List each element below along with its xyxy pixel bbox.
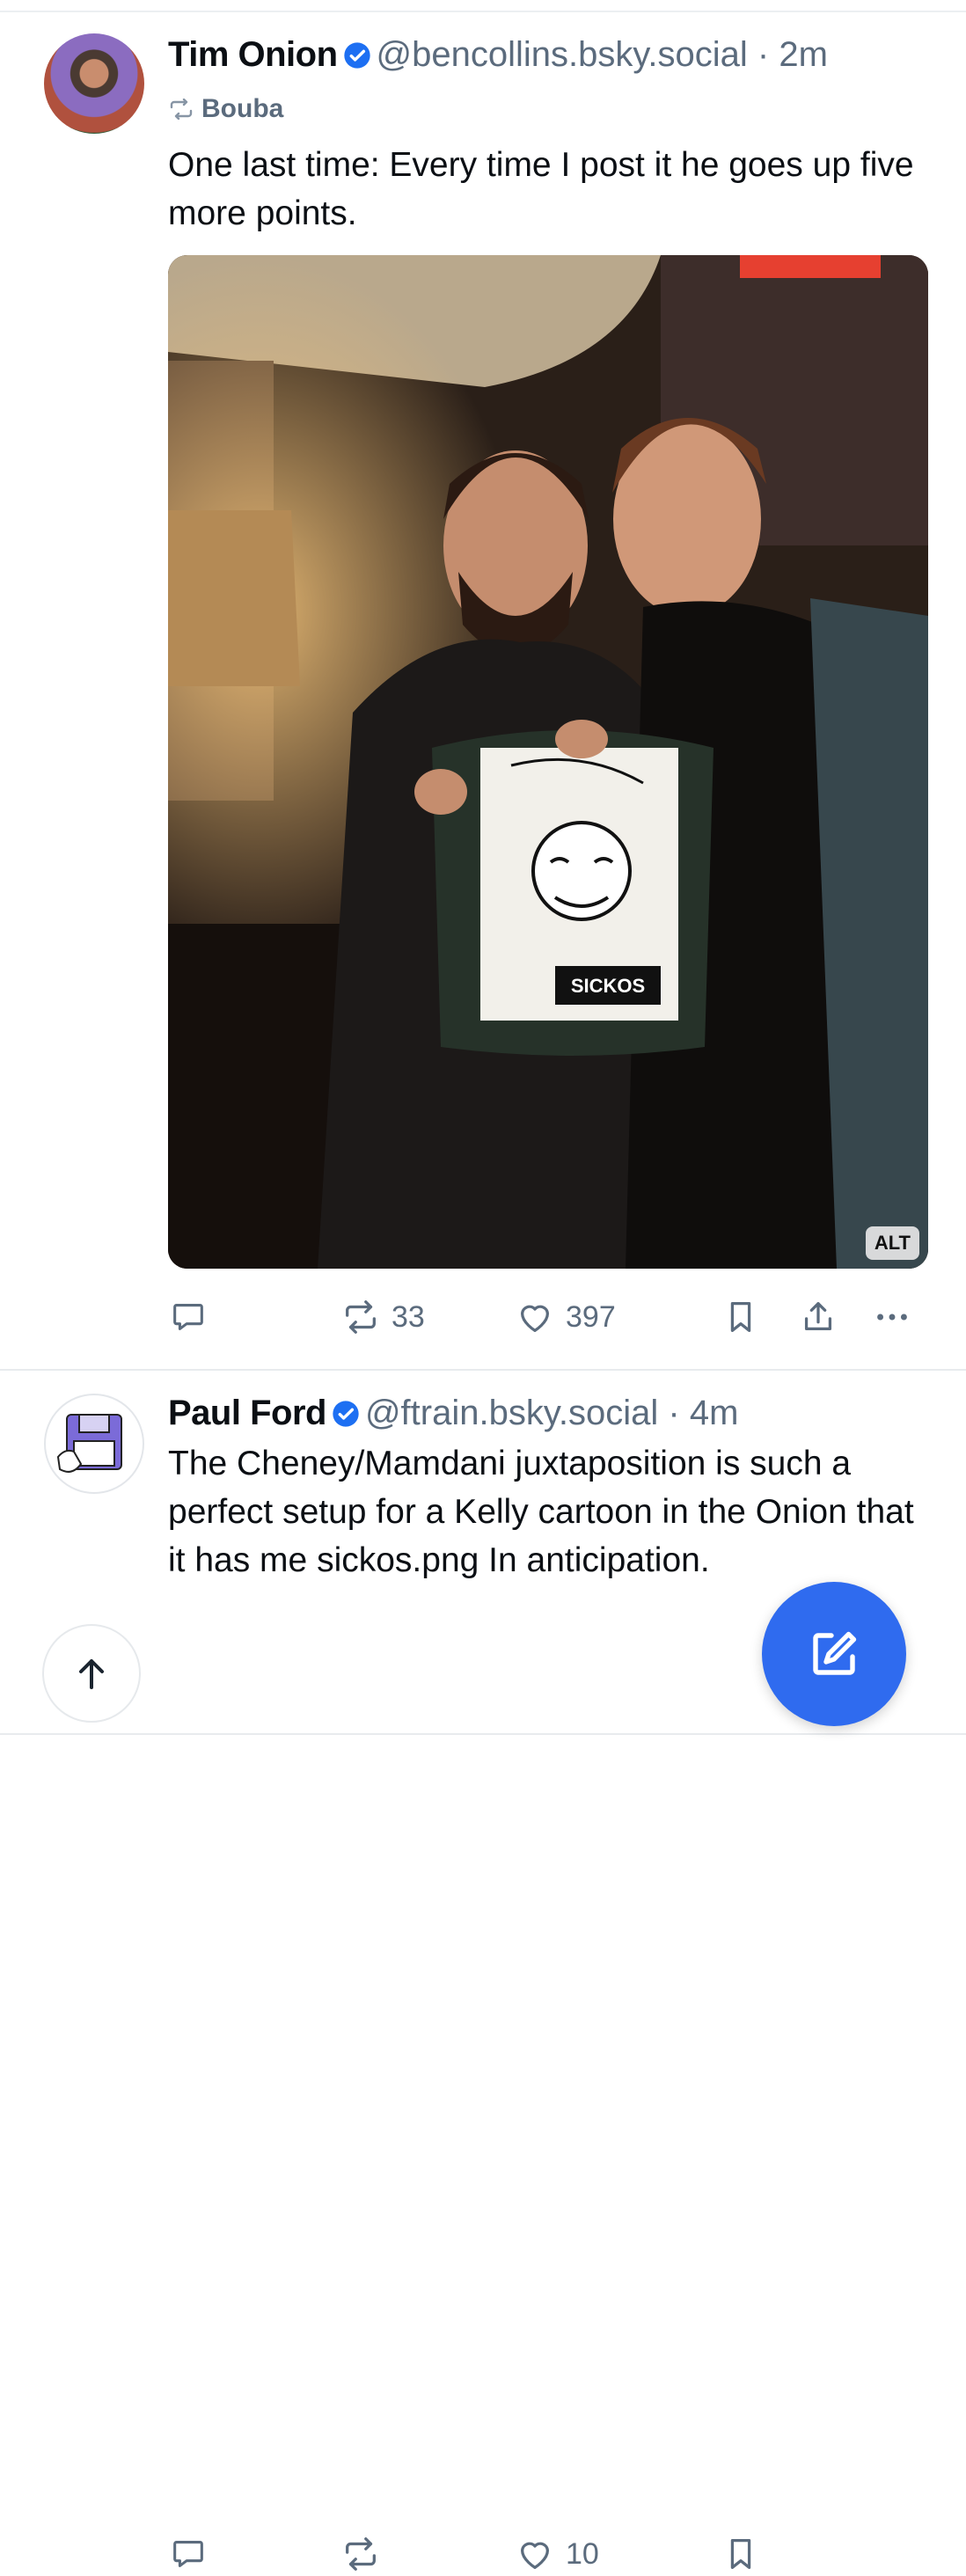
bookmark-button[interactable] xyxy=(721,1295,761,1339)
like-count: 397 xyxy=(566,1299,616,1334)
author-name[interactable]: Paul Ford xyxy=(168,1394,326,1432)
reply-icon xyxy=(173,1304,203,1330)
like-button[interactable]: 397 xyxy=(515,1295,616,1339)
author-handle[interactable]: @bencollins.bsky.social xyxy=(377,35,748,74)
verified-check-icon xyxy=(343,42,370,69)
author-name[interactable]: Tim Onion xyxy=(168,35,338,74)
tote-sign-text: SICKOS xyxy=(571,975,645,997)
feed-post[interactable]: Tim Onion @bencollins.bsky.social · 2m Bo… xyxy=(0,12,966,1371)
repost-count: 33 xyxy=(392,1299,425,1334)
repost-icon xyxy=(346,1300,376,1334)
avatar[interactable] xyxy=(44,1394,144,1494)
compose-icon xyxy=(813,1631,857,1675)
separator: · xyxy=(757,35,770,74)
reply-button[interactable] xyxy=(168,1295,219,1339)
post-header: Tim Onion @bencollins.bsky.social · 2m xyxy=(168,33,828,76)
compose-post-button[interactable] xyxy=(762,1582,906,1726)
like-button[interactable]: 10 xyxy=(515,2532,599,2576)
repost-icon xyxy=(346,2537,376,2571)
post-header: Paul Ford @ftrain.bsky.social · 4m xyxy=(168,1392,738,1434)
post-text: One last time: Every time I post it he g… xyxy=(168,146,924,232)
like-count: 10 xyxy=(566,2536,599,2571)
scroll-to-top-button[interactable] xyxy=(42,1624,141,1723)
bookmark-icon xyxy=(730,2539,751,2569)
reposted-by[interactable]: Bouba xyxy=(168,91,283,127)
author-handle[interactable]: @ftrain.bsky.social xyxy=(365,1394,658,1432)
post-text: The Cheney/Mamdani juxtaposition is such… xyxy=(168,1445,924,1579)
post-time[interactable]: 2m xyxy=(779,35,828,74)
more-options-button[interactable] xyxy=(872,1295,912,1339)
share-icon xyxy=(804,1302,832,1331)
repost-button[interactable] xyxy=(340,2532,392,2576)
repost-icon xyxy=(170,99,193,120)
post-image[interactable]: SICKOS ALT xyxy=(168,255,928,1269)
verified-check-icon xyxy=(333,1401,359,1427)
bookmark-icon xyxy=(730,1302,751,1332)
post-time[interactable]: 4m xyxy=(690,1394,739,1432)
arrow-up-icon xyxy=(79,1659,104,1689)
reply-icon xyxy=(173,2541,203,2567)
floppy-disk-avatar-illustration xyxy=(56,1414,122,1473)
more-icon xyxy=(877,1314,907,1321)
heart-icon xyxy=(520,1305,550,1332)
repost-button[interactable]: 33 xyxy=(340,1295,425,1339)
bookmark-button[interactable] xyxy=(721,2532,761,2576)
post-actions: 10 xyxy=(168,2532,916,2576)
reply-button[interactable] xyxy=(168,2532,219,2576)
heart-icon xyxy=(520,2542,550,2569)
reposted-by-name: Bouba xyxy=(201,94,284,123)
post-actions: 33 397 xyxy=(168,1295,916,1339)
photo-illustration: SICKOS xyxy=(168,255,928,1269)
separator: · xyxy=(668,1394,680,1432)
alt-text-badge[interactable]: ALT xyxy=(865,1226,919,1260)
avatar[interactable] xyxy=(44,33,144,134)
share-button[interactable] xyxy=(798,1295,838,1339)
